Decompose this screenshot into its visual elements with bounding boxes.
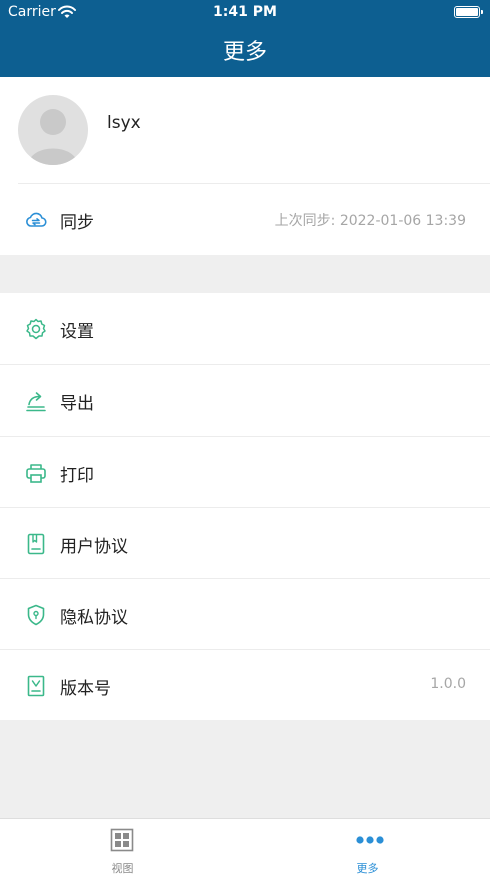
top-header: Carrier 1:41 PM 更多 <box>0 0 490 77</box>
avatar-placeholder-icon <box>28 109 78 165</box>
status-time: 1:41 PM <box>213 4 277 20</box>
settings-label: 设置 <box>60 322 94 342</box>
view-grid-icon <box>110 828 134 852</box>
document-icon <box>24 532 48 556</box>
export-icon <box>24 389 48 413</box>
menu-item-settings[interactable]: 设置 <box>0 293 490 364</box>
user-agreement-label: 用户协议 <box>60 537 128 557</box>
sync-label: 同步 <box>60 213 94 233</box>
export-label: 导出 <box>60 394 94 414</box>
menu-item-privacy[interactable]: 隐私协议 <box>0 579 490 650</box>
tab-more-label: 更多 <box>356 862 379 875</box>
printer-icon <box>24 461 48 485</box>
version-label: 版本号 <box>60 679 111 699</box>
print-label: 打印 <box>60 466 94 486</box>
username[interactable]: lsyx <box>107 113 141 133</box>
more-dots-icon <box>355 828 384 852</box>
battery-icon <box>454 6 483 18</box>
gear-icon <box>24 317 48 341</box>
shield-icon <box>24 603 48 627</box>
menu-item-export[interactable]: 导出 <box>0 365 490 436</box>
status-bar: Carrier 1:41 PM <box>0 0 490 26</box>
last-sync-time: 上次同步: 2022-01-06 13:39 <box>274 213 466 229</box>
privacy-label: 隐私协议 <box>60 608 128 628</box>
sync-row[interactable]: 同步 上次同步: 2022-01-06 13:39 <box>0 184 490 255</box>
page-title: 更多 <box>222 40 267 65</box>
profile-card: lsyx 同步 上次同步: 2022-01-06 13:39 <box>0 77 490 255</box>
menu-item-print[interactable]: 打印 <box>0 437 490 508</box>
menu-item-user-agreement[interactable]: 用户协议 <box>0 508 490 579</box>
cloud-sync-icon <box>24 208 48 232</box>
avatar[interactable] <box>18 95 88 165</box>
menu-item-version[interactable]: 版本号 1.0.0 <box>0 650 490 721</box>
menu-card: 设置 导出 打印 用户协议 隐私协议 版本号 1.0.0 <box>0 293 490 720</box>
version-icon <box>24 674 48 698</box>
tab-view[interactable]: 视图 <box>0 819 245 876</box>
tab-more[interactable]: 更多 <box>245 819 490 876</box>
tab-bar: 视图 更多 <box>0 818 490 876</box>
tab-view-label: 视图 <box>111 862 134 875</box>
version-value: 1.0.0 <box>430 676 466 692</box>
